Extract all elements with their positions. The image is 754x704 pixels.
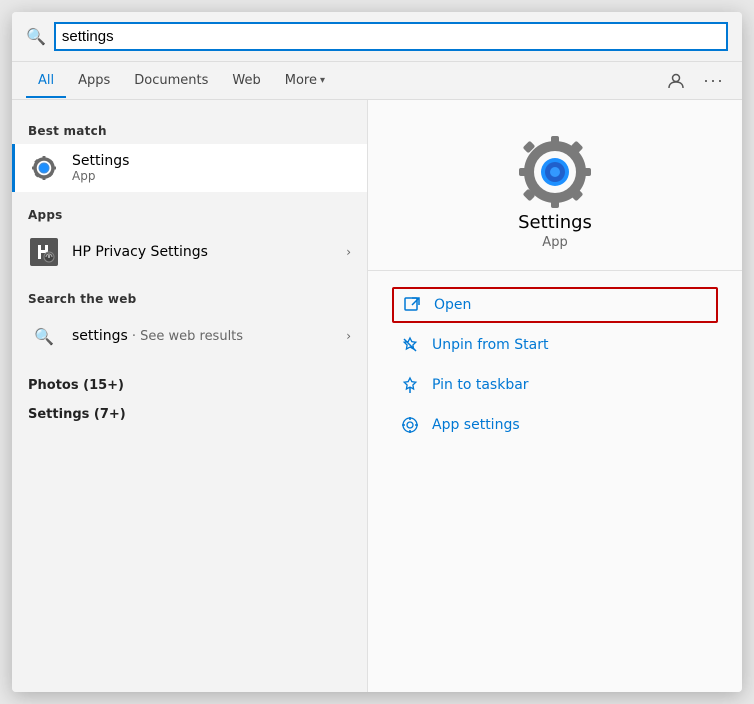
search-bar: 🔍 xyxy=(12,12,742,62)
open-action-item[interactable]: Open xyxy=(392,287,718,323)
web-arrow-icon: › xyxy=(346,329,351,343)
person-icon xyxy=(667,72,685,90)
right-actions: Open Unpin from Start xyxy=(368,271,742,459)
hp-icon xyxy=(28,236,60,268)
apps-heading: Apps xyxy=(12,200,367,228)
settings-subtitle: App xyxy=(72,169,351,183)
open-icon xyxy=(402,295,422,315)
main-content: Best match xyxy=(12,100,742,692)
app-settings-action-item[interactable]: App settings xyxy=(392,407,718,443)
hp-arrow-icon: › xyxy=(346,245,351,259)
tab-all[interactable]: All xyxy=(26,65,66,98)
app-settings-label: App settings xyxy=(432,417,520,433)
settings-best-match-item[interactable]: Settings App xyxy=(12,144,367,192)
tab-apps[interactable]: Apps xyxy=(66,65,122,98)
right-panel: Settings App Open xyxy=(367,100,742,692)
settings-title: Settings xyxy=(72,153,351,169)
best-match-heading: Best match xyxy=(12,116,367,144)
app-settings-icon xyxy=(400,415,420,435)
chevron-down-icon: ▾ xyxy=(320,75,325,86)
pin-taskbar-label: Pin to taskbar xyxy=(432,377,529,393)
large-settings-gear-icon xyxy=(515,132,595,212)
hp-privacy-text: HP Privacy Settings xyxy=(72,244,334,260)
left-panel: Best match xyxy=(12,100,367,692)
more-options-button[interactable]: ··· xyxy=(699,66,728,95)
right-app-name: Settings xyxy=(518,212,592,233)
unpin-action-item[interactable]: Unpin from Start xyxy=(392,327,718,363)
tab-documents[interactable]: Documents xyxy=(122,65,220,98)
tab-web[interactable]: Web xyxy=(220,65,272,98)
ellipsis-icon: ··· xyxy=(703,70,724,91)
web-query: settings · See web results xyxy=(72,328,334,344)
search-window: 🔍 All Apps Documents Web More ▾ xyxy=(12,12,742,692)
unpin-icon xyxy=(400,335,420,355)
tab-more[interactable]: More ▾ xyxy=(273,65,337,98)
search-icon: 🔍 xyxy=(26,27,46,46)
tabs-bar: All Apps Documents Web More ▾ xyxy=(12,62,742,100)
tabs-right-actions: ··· xyxy=(663,62,728,99)
search-input[interactable] xyxy=(54,22,728,51)
settings-section-heading: Settings (7+) xyxy=(12,397,367,426)
hp-privacy-title: HP Privacy Settings xyxy=(72,244,334,260)
web-search-text: settings · See web results xyxy=(72,328,334,344)
tabs-left: All Apps Documents Web More ▾ xyxy=(26,65,663,97)
photos-heading: Photos (15+) xyxy=(12,368,367,397)
settings-best-match-text: Settings App xyxy=(72,153,351,183)
web-search-item[interactable]: 🔍 settings · See web results › xyxy=(12,312,367,360)
pin-taskbar-action-item[interactable]: Pin to taskbar xyxy=(392,367,718,403)
right-header: Settings App xyxy=(368,100,742,271)
account-button[interactable] xyxy=(663,68,689,94)
right-app-type: App xyxy=(542,235,567,250)
hp-privacy-settings-item[interactable]: HP Privacy Settings › xyxy=(12,228,367,276)
web-search-heading: Search the web xyxy=(12,284,367,312)
pin-icon xyxy=(400,375,420,395)
unpin-label: Unpin from Start xyxy=(432,337,548,353)
settings-gear-icon xyxy=(28,152,60,184)
open-label: Open xyxy=(434,297,471,313)
web-search-icon: 🔍 xyxy=(28,320,60,352)
